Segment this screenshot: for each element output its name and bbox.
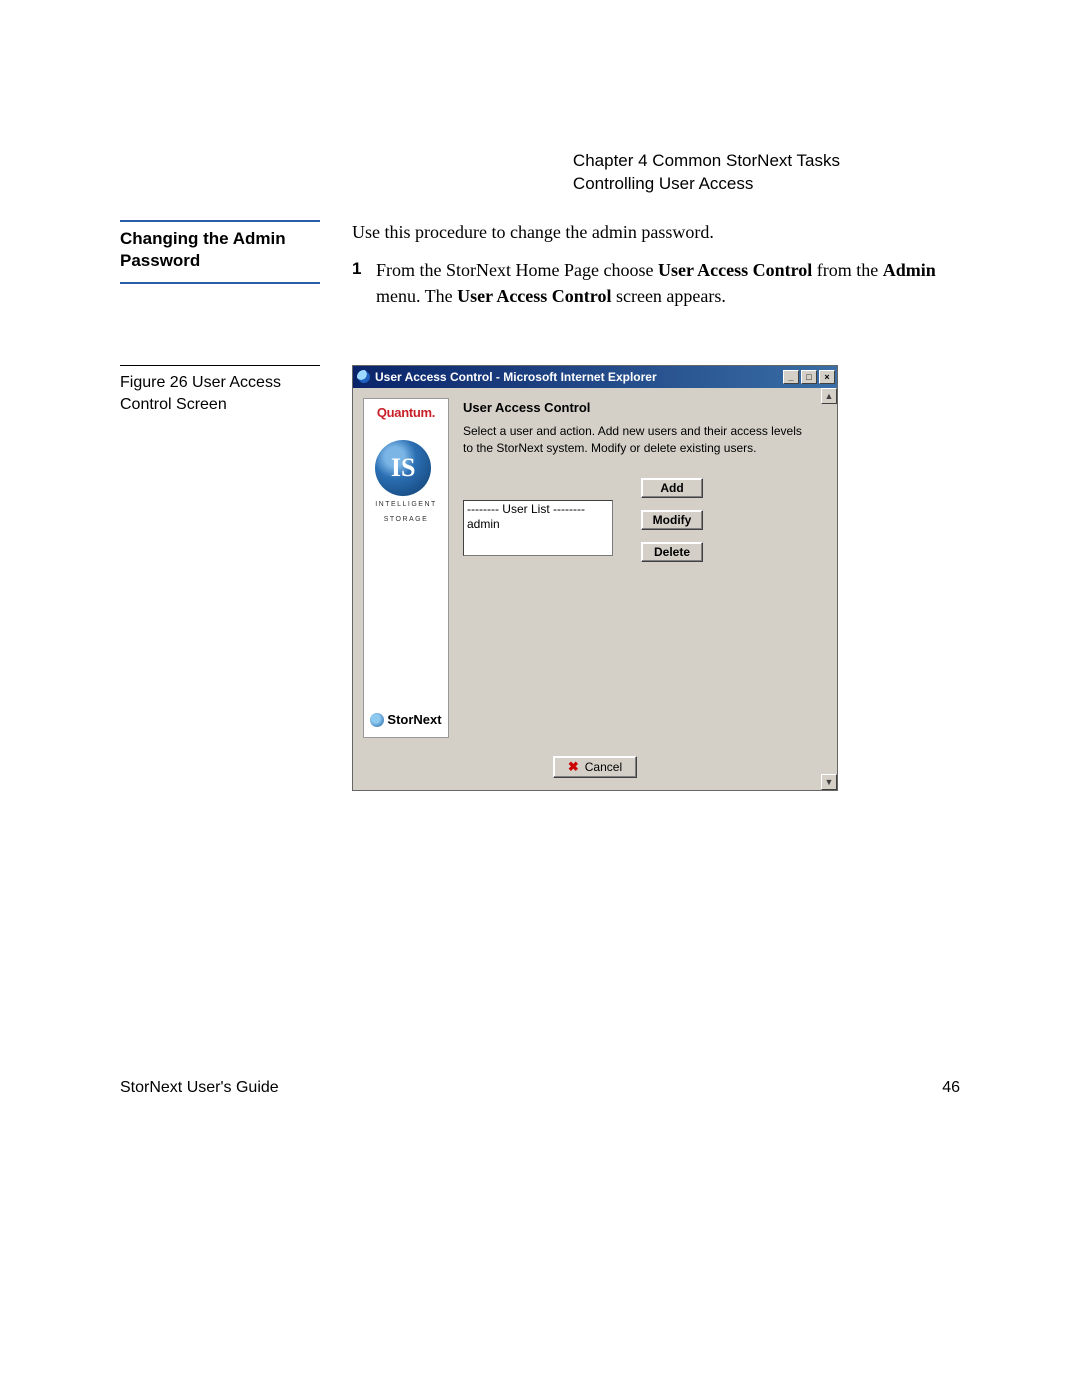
page-header: Chapter 4 Common StorNext Tasks Controll…: [573, 150, 840, 196]
stornext-logo: StorNext: [370, 712, 441, 727]
scroll-up-button[interactable]: ▲: [821, 388, 837, 404]
figure-caption: Figure 26 User Access Control Screen: [120, 365, 320, 415]
is-badge-icon: IS: [375, 440, 431, 496]
ie-window: User Access Control - Microsoft Internet…: [352, 365, 838, 791]
cancel-label: Cancel: [585, 760, 622, 774]
panel-description: Select a user and action. Add new users …: [463, 423, 815, 455]
step-number: 1: [352, 257, 361, 282]
step-1: 1 From the StorNext Home Page choose Use…: [352, 257, 960, 309]
minimize-button[interactable]: _: [783, 370, 799, 384]
panel-heading: User Access Control: [463, 400, 815, 415]
is-sub-1: INTELLIGENT: [375, 500, 437, 511]
cancel-button[interactable]: ✖ Cancel: [553, 756, 637, 778]
cancel-x-icon: ✖: [568, 759, 579, 775]
window-titlebar[interactable]: User Access Control - Microsoft Internet…: [353, 366, 837, 388]
footer-right: 46: [942, 1079, 960, 1097]
is-sub-2: STORAGE: [375, 515, 437, 526]
is-logo-block: IS INTELLIGENT STORAGE: [375, 440, 437, 525]
window-title: User Access Control - Microsoft Internet…: [375, 370, 783, 384]
section-heading: Changing the Admin Password: [120, 220, 320, 284]
user-list[interactable]: -------- User List -------- admin: [463, 500, 613, 556]
window-sidebar: Quantum. IS INTELLIGENT STORAGE StorNext: [363, 398, 449, 738]
maximize-button[interactable]: □: [801, 370, 817, 384]
stornext-label: StorNext: [387, 712, 441, 727]
user-list-header: -------- User List --------: [467, 502, 609, 518]
section-label: Controlling User Access: [573, 173, 840, 196]
close-button[interactable]: ×: [819, 370, 835, 384]
chapter-label: Chapter 4 Common StorNext Tasks: [573, 150, 840, 173]
add-button[interactable]: Add: [641, 478, 703, 498]
stornext-icon: [370, 713, 384, 727]
user-list-item-admin[interactable]: admin: [467, 517, 609, 533]
quantum-logo: Quantum.: [377, 405, 435, 420]
modify-button[interactable]: Modify: [641, 510, 703, 530]
scroll-down-button[interactable]: ▼: [821, 774, 837, 790]
intro-text: Use this procedure to change the admin p…: [352, 220, 960, 245]
page-footer: StorNext User's Guide 46: [120, 1079, 960, 1097]
footer-left: StorNext User's Guide: [120, 1079, 279, 1097]
delete-button[interactable]: Delete: [641, 542, 703, 562]
ie-icon: [357, 370, 371, 384]
